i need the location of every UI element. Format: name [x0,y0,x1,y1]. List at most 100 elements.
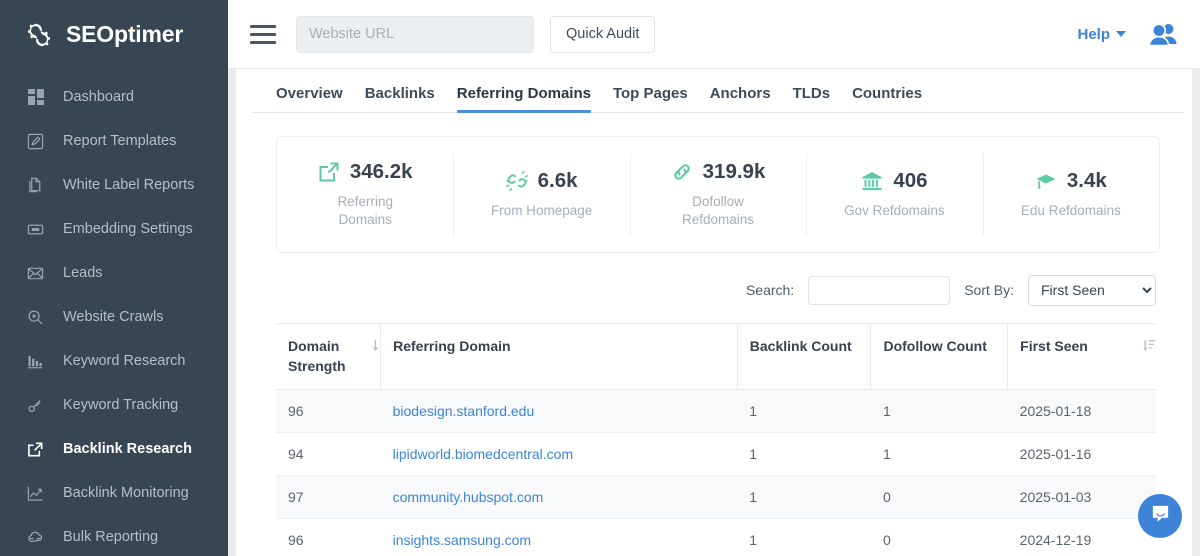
help-label: Help [1077,26,1110,43]
cell-domain-strength: 96 [276,389,381,432]
sidebar-item-label: Backlink Research [63,441,192,457]
sidebar: SEOptimer Dashboard Report Templates Whi [0,0,228,556]
stat-value: 319.9k [703,160,766,184]
col-first-seen[interactable]: First Seen [1008,324,1156,390]
domain-link[interactable]: lipidworld.biomedcentral.com [393,446,574,462]
main-region: Quick Audit Help Overview [228,0,1200,556]
referring-domains-table-wrap: Domain Strength Referring Domain [276,323,1156,556]
cell-domain-strength: 96 [276,518,381,556]
tab-anchors[interactable]: Anchors [710,85,771,112]
sidebar-item-label: Keyword Research [63,353,186,369]
table-row[interactable]: 96 biodesign.stanford.edu 1 1 2025-01-18 [276,389,1156,432]
sidebar-item-label: Report Templates [63,133,176,149]
tab-top-pages[interactable]: Top Pages [613,85,688,112]
copy-documents-icon [26,176,45,195]
tab-countries[interactable]: Countries [852,85,922,112]
col-referring-domain[interactable]: Referring Domain [381,324,738,390]
stat-dofollow-refdomains: 319.9k Dofollow Refdomains [630,137,806,252]
users-avatar-icon[interactable] [1148,21,1178,47]
sidebar-item-embedding-settings[interactable]: Embedding Settings [0,207,228,251]
col-label: Backlink Count [750,336,852,356]
external-link-icon [26,440,45,459]
brand-logo-area[interactable]: SEOptimer [0,0,228,69]
col-label: Domain Strength [288,336,365,377]
gears-logo-icon [22,18,56,52]
stat-referring-domains: 346.2k Referring Domains [277,137,453,252]
embed-box-icon [26,220,45,239]
sidebar-item-dashboard[interactable]: Dashboard [0,75,228,119]
sort-by-select[interactable]: First Seen [1028,275,1156,306]
cell-backlink-count: 1 [737,518,871,556]
sidebar-item-white-label-reports[interactable]: White Label Reports [0,163,228,207]
tab-tlds[interactable]: TLDs [793,85,831,112]
col-dofollow-count[interactable]: Dofollow Count [871,324,1008,390]
page-scrollbar[interactable] [1192,69,1200,556]
cell-dofollow-count: 0 [871,475,1008,518]
sidebar-item-label: Bulk Reporting [63,529,158,545]
key-icon [26,396,45,415]
stats-summary-card: 346.2k Referring Domains 6.6k From Homep… [276,136,1160,253]
sidebar-item-keyword-research[interactable]: Keyword Research [0,339,228,383]
stat-value: 3.4k [1067,169,1107,193]
tab-backlinks[interactable]: Backlinks [365,85,435,112]
table-head: Domain Strength Referring Domain [276,324,1156,390]
sidebar-item-label: Leads [63,265,103,281]
sidebar-nav: Dashboard Report Templates White Label R… [0,69,228,556]
chat-widget-button[interactable] [1138,494,1182,538]
sidebar-item-keyword-tracking[interactable]: Keyword Tracking [0,383,228,427]
chevron-down-icon [1116,31,1126,37]
col-domain-strength[interactable]: Domain Strength [276,324,381,390]
cell-referring-domain: lipidworld.biomedcentral.com [381,432,738,475]
sidebar-item-backlink-research[interactable]: Backlink Research [0,427,228,471]
sidebar-item-label: Website Crawls [63,309,163,325]
topbar-right-group: Help [1077,21,1178,47]
sidebar-item-backlink-monitoring[interactable]: Backlink Monitoring [0,471,228,515]
table-row[interactable]: 97 community.hubspot.com 1 0 2025-01-03 [276,475,1156,518]
tab-overview[interactable]: Overview [276,85,343,112]
stat-value: 346.2k [350,160,413,184]
stat-top-row: 346.2k [318,160,413,184]
stat-top-row: 6.6k [506,169,578,193]
sidebar-item-website-crawls[interactable]: Website Crawls [0,295,228,339]
cell-dofollow-count: 0 [871,518,1008,556]
search-input[interactable] [808,276,950,305]
cell-referring-domain: insights.samsung.com [381,518,738,556]
sidebar-item-leads[interactable]: Leads [0,251,228,295]
stat-value: 406 [893,169,927,193]
cell-backlink-count: 1 [737,432,871,475]
magnifier-plus-icon [26,308,45,327]
col-backlink-count[interactable]: Backlink Count [737,324,871,390]
website-url-input[interactable] [296,16,534,53]
table-row[interactable]: 94 lipidworld.biomedcentral.com 1 1 2025… [276,432,1156,475]
table-row[interactable]: 96 insights.samsung.com 1 0 2024-12-19 [276,518,1156,556]
cell-first-seen: 2025-01-18 [1008,389,1156,432]
stat-top-row: 3.4k [1035,169,1107,193]
quick-audit-button[interactable]: Quick Audit [550,16,655,53]
sort-by-label: Sort By: [964,282,1014,298]
tab-referring-domains[interactable]: Referring Domains [457,85,591,112]
domain-link[interactable]: community.hubspot.com [393,489,544,505]
cell-domain-strength: 97 [276,475,381,518]
app-root: SEOptimer Dashboard Report Templates Whi [0,0,1200,556]
stat-gov-refdomains: 406 Gov Refdomains [806,137,982,252]
col-label: First Seen [1020,336,1088,356]
domain-link[interactable]: insights.samsung.com [393,532,532,548]
sort-arrow-down-icon [371,337,380,357]
sidebar-item-label: Dashboard [63,89,134,105]
cell-domain-strength: 94 [276,432,381,475]
pencil-square-icon [26,132,45,151]
sidebar-item-bulk-reporting[interactable]: Bulk Reporting [0,515,228,556]
external-link-icon [318,161,341,184]
cell-backlink-count: 1 [737,475,871,518]
sidebar-item-label: Keyword Tracking [63,397,178,413]
hamburger-icon[interactable] [250,23,278,45]
col-label: Dofollow Count [883,336,986,356]
top-bar: Quick Audit Help [228,0,1200,69]
sidebar-item-report-templates[interactable]: Report Templates [0,119,228,163]
table-body: 96 biodesign.stanford.edu 1 1 2025-01-18… [276,389,1156,556]
table-header-row: Domain Strength Referring Domain [276,324,1156,390]
line-chart-icon [26,484,45,503]
cell-dofollow-count: 1 [871,432,1008,475]
domain-link[interactable]: biodesign.stanford.edu [393,403,535,419]
help-menu[interactable]: Help [1077,26,1126,43]
